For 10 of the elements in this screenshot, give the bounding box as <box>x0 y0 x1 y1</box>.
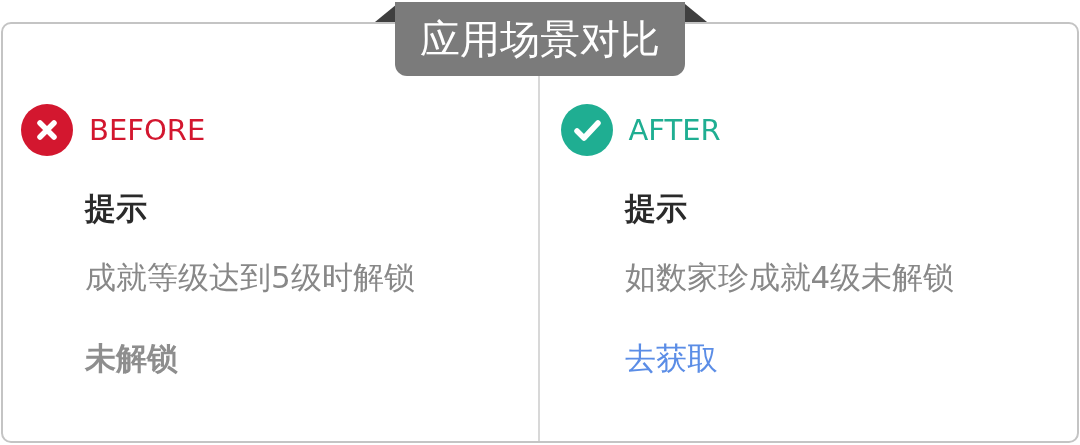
title-banner: 应用场景对比 <box>395 2 685 76</box>
dialog-heading: 提示 <box>624 190 687 226</box>
dialog-message: 成就等级达到5级时解锁 <box>85 259 415 296</box>
dialog-message: 如数家珍成就4级未解锁 <box>624 259 955 296</box>
dialog-heading: 提示 <box>85 190 147 226</box>
get-link[interactable]: 去获取 <box>624 340 718 378</box>
locked-status: 未解锁 <box>85 340 178 378</box>
ribbon-fold <box>685 4 707 22</box>
section-label: AFTER <box>628 115 721 145</box>
section-label: BEFORE <box>89 115 206 145</box>
